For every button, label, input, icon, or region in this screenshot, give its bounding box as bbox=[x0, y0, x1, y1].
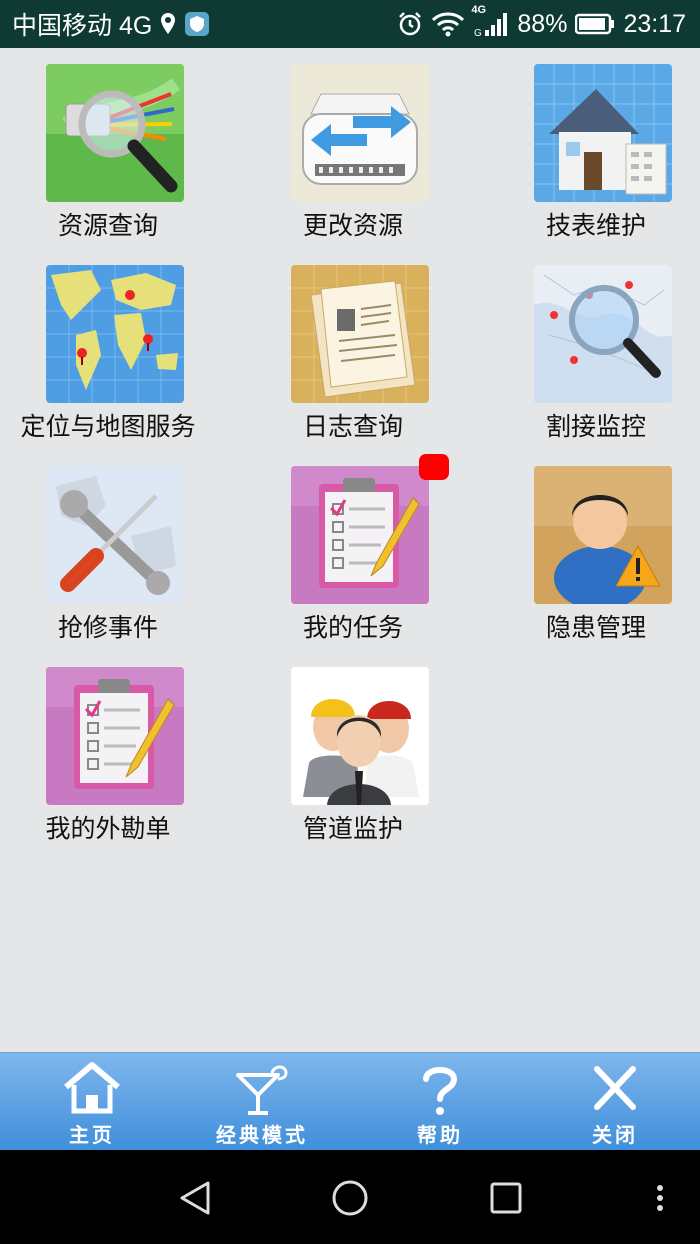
recent-apps-button[interactable] bbox=[489, 1181, 523, 1219]
tile-change-resource[interactable]: 更改资源 bbox=[253, 50, 453, 240]
close-icon bbox=[585, 1061, 645, 1117]
home-button[interactable]: 主页 bbox=[12, 1053, 172, 1151]
recents-square-icon bbox=[490, 1182, 522, 1214]
carrier-label: 中国移动 4G bbox=[12, 12, 153, 40]
svg-text:G: G bbox=[474, 28, 482, 38]
tile-label: 更改资源 bbox=[302, 211, 403, 240]
home-icon bbox=[62, 1061, 122, 1117]
tile-label: 抢修事件 bbox=[57, 613, 158, 642]
tile-cutover-monitor[interactable]: 割接监控 bbox=[496, 251, 696, 441]
tile-label: 管道监护 bbox=[302, 814, 403, 843]
classic-mode-button[interactable]: 经典模式 bbox=[182, 1053, 342, 1151]
home-circle-icon bbox=[332, 1180, 368, 1216]
tile-label: 资源查询 bbox=[57, 211, 158, 240]
question-icon bbox=[410, 1061, 470, 1117]
tile-label: 我的任务 bbox=[302, 613, 403, 642]
tile-hazard-management[interactable]: 隐患管理 bbox=[496, 452, 696, 642]
cocktail-icon bbox=[232, 1061, 292, 1117]
tile-resource-search[interactable]: 资源查询 bbox=[8, 50, 208, 240]
toolbar-label: 经典模式 bbox=[216, 1123, 308, 1147]
home-nav-button[interactable] bbox=[331, 1179, 369, 1221]
close-button[interactable]: 关闭 bbox=[535, 1053, 695, 1151]
repair-tools-icon bbox=[46, 466, 184, 604]
log-folder-icon bbox=[291, 265, 429, 403]
toolbar-label: 主页 bbox=[69, 1123, 115, 1147]
resource-search-icon bbox=[46, 64, 184, 202]
more-vertical-icon bbox=[657, 1185, 663, 1211]
back-triangle-icon bbox=[180, 1181, 210, 1215]
back-button[interactable] bbox=[178, 1180, 212, 1220]
tile-label: 日志查询 bbox=[302, 412, 403, 441]
clock-time: 23:17 bbox=[623, 9, 686, 38]
tile-house-maintenance[interactable]: 技表维护 bbox=[496, 50, 696, 240]
shield-app-icon bbox=[184, 11, 210, 37]
tile-map-service[interactable]: 定位与地图服务 bbox=[8, 251, 208, 441]
clipboard-icon bbox=[291, 466, 429, 604]
toolbar-label: 帮助 bbox=[417, 1123, 463, 1147]
status-bar: 中国移动 4G 4G G 88% 23:17 bbox=[0, 0, 700, 48]
tile-my-tasks[interactable]: 我的任务 bbox=[253, 452, 453, 642]
tile-pipeline-monitor[interactable]: 管道监护 bbox=[253, 653, 453, 843]
map-magnifier-icon bbox=[534, 265, 672, 403]
signal-4g-icon: 4G G bbox=[471, 4, 509, 38]
tile-my-survey-order[interactable]: 我的外勘单 bbox=[8, 653, 208, 843]
tile-log-search[interactable]: 日志查询 bbox=[253, 251, 453, 441]
change-resource-icon bbox=[291, 64, 429, 202]
tile-label: 割接监控 bbox=[545, 412, 646, 441]
network-type-label: 4G bbox=[471, 4, 487, 16]
navigation-bar bbox=[0, 1150, 700, 1244]
notification-badge bbox=[419, 454, 449, 480]
tile-repair-event[interactable]: 抢修事件 bbox=[8, 452, 208, 642]
user-warning-icon bbox=[534, 466, 672, 604]
tile-label: 定位与地图服务 bbox=[20, 412, 196, 441]
more-options-button[interactable] bbox=[654, 1184, 666, 1216]
help-button[interactable]: 帮助 bbox=[360, 1053, 520, 1151]
house-maintenance-icon bbox=[534, 64, 672, 202]
alarm-clock-icon bbox=[397, 11, 423, 37]
toolbar-label: 关闭 bbox=[592, 1123, 638, 1147]
workers-icon bbox=[291, 667, 429, 805]
battery-percent: 88% bbox=[517, 9, 568, 38]
clipboard-icon bbox=[46, 667, 184, 805]
tile-label: 技表维护 bbox=[545, 211, 646, 240]
location-pin-icon bbox=[160, 12, 176, 36]
wifi-icon bbox=[431, 11, 465, 37]
bottom-toolbar: 主页 经典模式 帮助 关闭 bbox=[0, 1052, 700, 1151]
tile-label: 隐患管理 bbox=[545, 613, 646, 642]
tile-label: 我的外勘单 bbox=[45, 814, 171, 843]
battery-icon bbox=[575, 13, 615, 35]
world-map-icon bbox=[46, 265, 184, 403]
